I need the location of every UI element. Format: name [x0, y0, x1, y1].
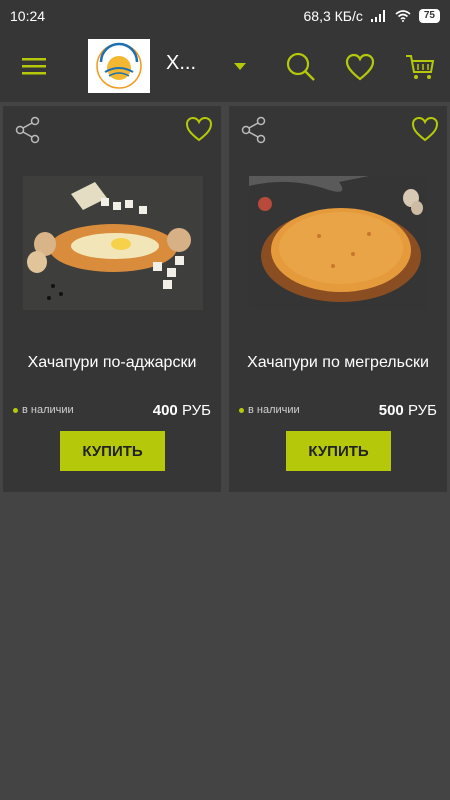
search-icon[interactable]	[286, 52, 316, 82]
menu-icon[interactable]	[20, 54, 50, 80]
cart-icon[interactable]	[405, 53, 435, 81]
heart-icon[interactable]	[185, 116, 213, 142]
product-title[interactable]: Хачапури по-аджарски	[3, 354, 221, 372]
app-bar: Х...	[0, 32, 450, 102]
availability-status: в наличии	[239, 404, 300, 416]
buy-button[interactable]: КУПИТЬ	[286, 431, 391, 471]
product-price: 500 РУБ	[379, 402, 437, 419]
availability-status: в наличии	[13, 404, 74, 416]
availability-dot-icon	[13, 407, 18, 413]
product-image[interactable]	[249, 176, 429, 310]
price-currency: РУБ	[181, 402, 211, 419]
logo-sun-icon	[96, 42, 142, 89]
store-name[interactable]: Х...	[166, 52, 196, 75]
product-title[interactable]: Хачапури по мегрельски	[229, 354, 447, 372]
buy-button[interactable]: КУПИТЬ	[60, 431, 165, 471]
product-card[interactable]: Хачапури по-аджарски в наличии 400 РУБ К…	[3, 106, 221, 492]
product-image[interactable]	[23, 176, 203, 310]
share-icon[interactable]	[241, 116, 267, 144]
price-value: 500	[378, 402, 404, 419]
product-card[interactable]: Хачапури по мегрельски в наличии 500 РУБ…	[229, 106, 447, 492]
availability-label: в наличии	[248, 404, 300, 416]
wifi-icon	[395, 10, 411, 22]
chevron-down-icon[interactable]	[232, 60, 248, 72]
store-logo[interactable]	[88, 39, 150, 93]
share-icon[interactable]	[15, 116, 41, 144]
status-indicators: 68,3 КБ/с 75	[303, 8, 440, 24]
status-bar: 10:24 68,3 КБ/с 75	[0, 0, 450, 32]
network-speed: 68,3 КБ/с	[303, 8, 363, 24]
heart-icon[interactable]	[411, 116, 439, 142]
heart-icon[interactable]	[345, 53, 375, 81]
price-value: 400	[152, 402, 178, 419]
price-currency: РУБ	[407, 402, 437, 419]
battery-icon: 75	[418, 9, 440, 23]
availability-dot-icon	[239, 407, 244, 413]
status-time: 10:24	[10, 8, 46, 24]
availability-label: в наличии	[22, 404, 74, 416]
product-price: 400 РУБ	[153, 402, 211, 419]
signal-icon	[370, 10, 385, 22]
